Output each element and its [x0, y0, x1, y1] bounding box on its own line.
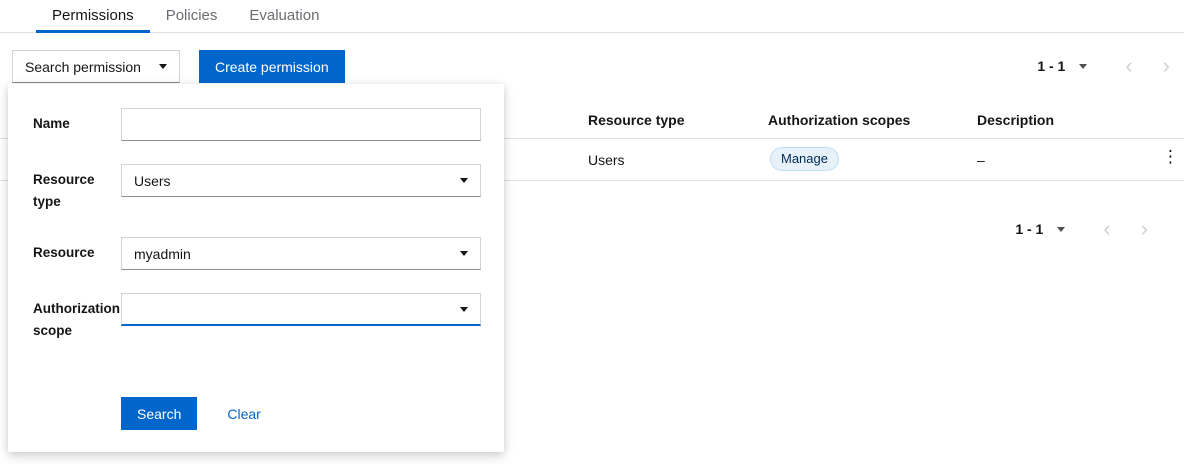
- chevron-right-icon[interactable]: ›: [1141, 221, 1148, 237]
- scope-badge: Manage: [770, 147, 839, 171]
- resource-label: Resource: [33, 237, 121, 264]
- column-header-authorization-scopes[interactable]: Authorization scopes: [768, 112, 910, 128]
- create-permission-button[interactable]: Create permission: [199, 50, 345, 83]
- tabs-bar: Permissions Policies Evaluation: [0, 0, 1184, 33]
- tab-evaluation[interactable]: Evaluation: [233, 0, 335, 33]
- kebab-menu-button[interactable]: ⋮: [1162, 148, 1179, 165]
- clear-button[interactable]: Clear: [227, 406, 260, 422]
- name-input[interactable]: [121, 108, 481, 141]
- caret-down-icon: [460, 307, 468, 312]
- authorization-scope-label: Authorization scope: [33, 293, 121, 342]
- chevron-left-icon[interactable]: ‹: [1103, 221, 1110, 237]
- authorization-scope-field-row: Authorization scope: [33, 293, 481, 342]
- toolbar: Search permission Create permission: [12, 50, 1184, 83]
- name-label: Name: [33, 108, 121, 135]
- search-panel-actions: Search Clear: [121, 397, 261, 430]
- search-permission-dropdown-label: Search permission: [25, 59, 141, 75]
- pagination-top: 1 - 1 ‹ ›: [1037, 58, 1170, 74]
- column-header-description[interactable]: Description: [977, 112, 1054, 128]
- resource-select-value: myadmin: [134, 246, 191, 262]
- chevron-left-icon[interactable]: ‹: [1125, 58, 1132, 74]
- caret-down-icon: [159, 64, 167, 69]
- caret-down-icon: [460, 178, 468, 183]
- resource-type-label: Resource type: [33, 164, 121, 213]
- chevron-right-icon[interactable]: ›: [1163, 58, 1170, 74]
- search-button[interactable]: Search: [121, 397, 197, 430]
- pagination-options-caret-icon[interactable]: [1079, 64, 1087, 69]
- resource-type-select-value: Users: [134, 173, 171, 189]
- pagination-range: 1 - 1: [1015, 221, 1043, 237]
- column-header-resource-type[interactable]: Resource type: [588, 112, 684, 128]
- pagination-options-caret-icon[interactable]: [1057, 227, 1065, 232]
- pagination-bottom: 1 - 1 ‹ ›: [1015, 221, 1148, 237]
- tab-permissions[interactable]: Permissions: [36, 0, 150, 33]
- resource-field-row: Resource myadmin: [33, 237, 481, 270]
- tab-policies[interactable]: Policies: [150, 0, 234, 33]
- authorization-scope-select[interactable]: [121, 293, 481, 326]
- row-cell-description: –: [977, 152, 985, 168]
- resource-type-select[interactable]: Users: [121, 164, 481, 197]
- pagination-range: 1 - 1: [1037, 58, 1065, 74]
- resource-select[interactable]: myadmin: [121, 237, 481, 270]
- name-field-row: Name: [33, 108, 481, 141]
- search-permission-panel: Name Resource type Users Resource myadmi…: [8, 84, 504, 452]
- resource-type-field-row: Resource type Users: [33, 164, 481, 213]
- search-permission-dropdown-toggle[interactable]: Search permission: [12, 50, 180, 83]
- row-cell-resource-type: Users: [588, 152, 625, 168]
- caret-down-icon: [460, 251, 468, 256]
